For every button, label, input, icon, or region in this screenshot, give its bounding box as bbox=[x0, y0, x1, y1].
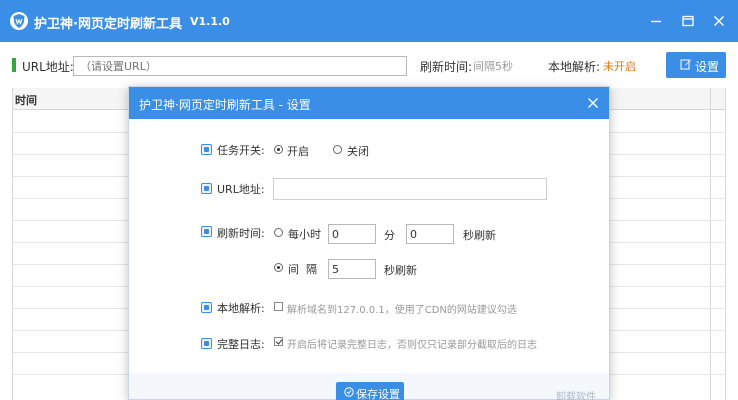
task-switch-label: 任务开关: bbox=[217, 144, 265, 157]
url-input[interactable] bbox=[73, 56, 407, 76]
dns-gear-icon bbox=[201, 302, 212, 313]
task-on-label: 开启 bbox=[287, 145, 309, 158]
dialog-dns-label: 本地解析: bbox=[217, 302, 265, 315]
save-settings-button[interactable]: 保存设置 bbox=[336, 382, 404, 400]
dns-hint: 解析域名到127.0.0.1，使用了CDN的网站建议勾选 bbox=[287, 305, 517, 316]
dialog-url-label: URL地址: bbox=[217, 183, 265, 196]
interval-input[interactable] bbox=[328, 259, 376, 279]
toolbar: URL地址: 刷新时间: 间隔5秒 本地解析: 未开启 设置 bbox=[0, 42, 738, 88]
hourly-label: 每小时 bbox=[288, 228, 321, 241]
app-version: V1.1.0 bbox=[190, 15, 230, 28]
full-log-hint: 开启后将记录完整日志，否则仅只记录部分截取后的日志 bbox=[287, 340, 537, 351]
interval-radio[interactable] bbox=[274, 263, 283, 272]
full-log-checkbox[interactable] bbox=[274, 337, 283, 346]
hourly-second-input[interactable] bbox=[406, 224, 454, 244]
task-off-label: 关闭 bbox=[347, 145, 369, 158]
dialog-header: 护卫神·网页定时刷新工具 - 设置 bbox=[129, 87, 609, 119]
url-label: URL地址: bbox=[22, 60, 74, 74]
log-icon bbox=[201, 338, 212, 349]
dns-checkbox[interactable] bbox=[274, 302, 283, 311]
hourly-radio[interactable] bbox=[274, 228, 283, 237]
task-on-radio[interactable] bbox=[274, 145, 283, 154]
column-divider bbox=[710, 88, 711, 400]
full-log-label: 完整日志: bbox=[217, 338, 265, 351]
minute-unit: 分 bbox=[384, 229, 395, 242]
app-title: 护卫神·网页定时刷新工具 bbox=[34, 17, 182, 32]
interval-label: 间 隔 bbox=[288, 263, 317, 276]
shield-logo-icon bbox=[10, 12, 28, 30]
dialog-title: 护卫神·网页定时刷新工具 - 设置 bbox=[139, 98, 311, 112]
refresh-icon bbox=[201, 226, 212, 237]
url-link-icon bbox=[201, 183, 212, 194]
title-bar: 护卫神·网页定时刷新工具 V1.1.0 bbox=[0, 0, 738, 42]
settings-button[interactable]: 设置 bbox=[666, 52, 726, 78]
refresh-time-label: 刷新时间: bbox=[420, 60, 473, 74]
minimize-icon[interactable] bbox=[648, 13, 664, 29]
dialog-url-input[interactable] bbox=[273, 178, 547, 200]
close-icon[interactable] bbox=[711, 13, 727, 29]
hourly-minute-input[interactable] bbox=[328, 224, 376, 244]
column-header-time: 时间 bbox=[15, 94, 37, 107]
local-dns-value: 未开启 bbox=[603, 60, 636, 73]
uninstall-link[interactable]: 卸载软件 bbox=[556, 388, 596, 400]
edit-icon bbox=[680, 58, 692, 73]
refresh-time-value: 间隔5秒 bbox=[473, 60, 513, 73]
interval-unit: 秒刷新 bbox=[384, 264, 417, 277]
section-marker bbox=[12, 58, 16, 72]
settings-dialog: 护卫神·网页定时刷新工具 - 设置 任务开关: 开启 关闭 URL地址: 刷新时… bbox=[128, 86, 610, 400]
settings-button-label: 设置 bbox=[695, 60, 720, 74]
task-switch-icon bbox=[201, 144, 212, 155]
local-dns-label: 本地解析: bbox=[548, 60, 601, 74]
task-off-radio[interactable] bbox=[333, 145, 342, 154]
hourly-second-unit: 秒刷新 bbox=[463, 229, 496, 242]
check-circle-icon bbox=[344, 387, 354, 400]
maximize-icon[interactable] bbox=[680, 13, 696, 29]
dialog-close-icon[interactable] bbox=[587, 97, 599, 109]
save-settings-label: 保存设置 bbox=[356, 388, 400, 400]
dialog-refresh-label: 刷新时间: bbox=[217, 227, 265, 240]
